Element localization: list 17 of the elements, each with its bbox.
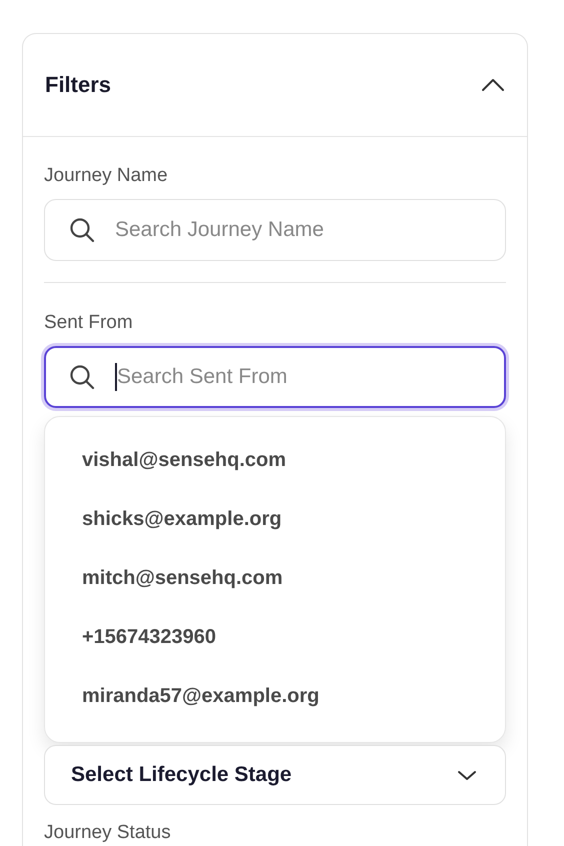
text-cursor: [115, 363, 117, 391]
search-icon: [69, 364, 95, 390]
dropdown-option[interactable]: +15674323960: [45, 608, 505, 667]
select-dropdown[interactable]: Select Lifecycle Stage: [44, 745, 506, 805]
dropdown-option[interactable]: vishal@sensehq.com: [45, 431, 505, 490]
search-icon: [69, 217, 95, 243]
field-label: Sent From: [44, 312, 134, 334]
search-field[interactable]: Search Sent From: [44, 346, 506, 408]
field-label: Journey Name: [44, 165, 169, 187]
search-field[interactable]: Search Journey Name: [44, 199, 506, 261]
dropdown-option[interactable]: shicks@example.org: [45, 490, 505, 549]
chevron-down-icon: [457, 770, 477, 780]
field-label: Journey Status: [44, 822, 172, 844]
dropdown-option[interactable]: miranda57@example.org: [45, 667, 505, 726]
dropdown-option[interactable]: mitch@sensehq.com: [45, 549, 505, 608]
panel-title: Filters: [45, 72, 112, 98]
chevron-up-icon[interactable]: [481, 78, 505, 92]
